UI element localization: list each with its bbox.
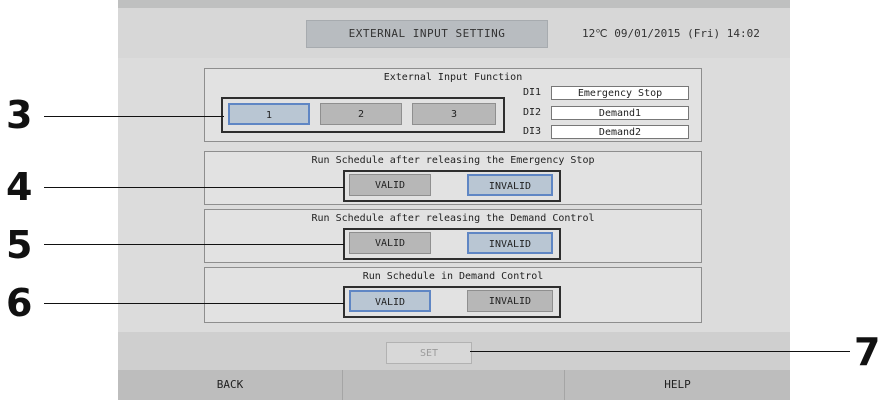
di-button-1[interactable]: 1 bbox=[228, 103, 310, 125]
di1-value: Emergency Stop bbox=[551, 86, 689, 100]
callout-6: 6 bbox=[6, 281, 33, 325]
callout-4-line bbox=[44, 187, 344, 188]
callout-4: 4 bbox=[6, 165, 33, 209]
demand-control-group: VALID INVALID bbox=[343, 286, 561, 318]
callout-7-line bbox=[470, 351, 850, 352]
callout-6-line bbox=[44, 303, 344, 304]
demand-control-panel: Run Schedule in Demand Control VALID INV… bbox=[204, 267, 702, 323]
demand-release-group: VALID INVALID bbox=[343, 228, 561, 260]
top-strip bbox=[118, 0, 790, 8]
callout-3-line bbox=[44, 116, 224, 117]
di3-label: DI3 bbox=[523, 126, 542, 137]
emergency-stop-title: Run Schedule after releasing the Emergen… bbox=[311, 155, 595, 166]
callout-5: 5 bbox=[6, 223, 33, 267]
demand-control-valid-button[interactable]: VALID bbox=[349, 290, 431, 312]
emergency-valid-button[interactable]: VALID bbox=[349, 174, 431, 196]
page-title: EXTERNAL INPUT SETTING bbox=[306, 20, 548, 48]
demand-control-invalid-button[interactable]: INVALID bbox=[467, 290, 553, 312]
header: EXTERNAL INPUT SETTING 12℃ 09/01/2015 (F… bbox=[118, 8, 790, 58]
bottom-nav: BACK HELP bbox=[118, 370, 790, 400]
di2-value: Demand1 bbox=[551, 106, 689, 120]
demand-release-panel: Run Schedule after releasing the Demand … bbox=[204, 209, 702, 263]
callout-7: 7 bbox=[854, 330, 880, 374]
demand-release-valid-button[interactable]: VALID bbox=[349, 232, 431, 254]
callout-5-line bbox=[44, 244, 344, 245]
di-button-3[interactable]: 3 bbox=[412, 103, 496, 125]
emergency-stop-group: VALID INVALID bbox=[343, 170, 561, 202]
di3-value: Demand2 bbox=[551, 125, 689, 139]
demand-control-title: Run Schedule in Demand Control bbox=[362, 271, 544, 282]
set-button[interactable]: SET bbox=[386, 342, 472, 364]
di-button-2[interactable]: 2 bbox=[320, 103, 402, 125]
screen: EXTERNAL INPUT SETTING 12℃ 09/01/2015 (F… bbox=[118, 8, 790, 400]
back-button[interactable]: BACK bbox=[118, 370, 342, 400]
di2-label: DI2 bbox=[523, 107, 542, 118]
help-button[interactable]: HELP bbox=[565, 370, 790, 400]
di-button-group: 1 2 3 bbox=[221, 97, 505, 133]
emergency-invalid-button[interactable]: INVALID bbox=[467, 174, 553, 196]
status-clock: 12℃ 09/01/2015 (Fri) 14:02 bbox=[582, 27, 760, 40]
demand-release-invalid-button[interactable]: INVALID bbox=[467, 232, 553, 254]
callout-3: 3 bbox=[6, 93, 33, 137]
nav-divider bbox=[342, 370, 343, 400]
emergency-stop-panel: Run Schedule after releasing the Emergen… bbox=[204, 151, 702, 205]
di1-label: DI1 bbox=[523, 87, 542, 98]
external-input-title: External Input Function bbox=[383, 72, 523, 83]
demand-release-title: Run Schedule after releasing the Demand … bbox=[311, 213, 595, 224]
external-input-panel: External Input Function 1 2 3 DI1 Emerge… bbox=[204, 68, 702, 142]
